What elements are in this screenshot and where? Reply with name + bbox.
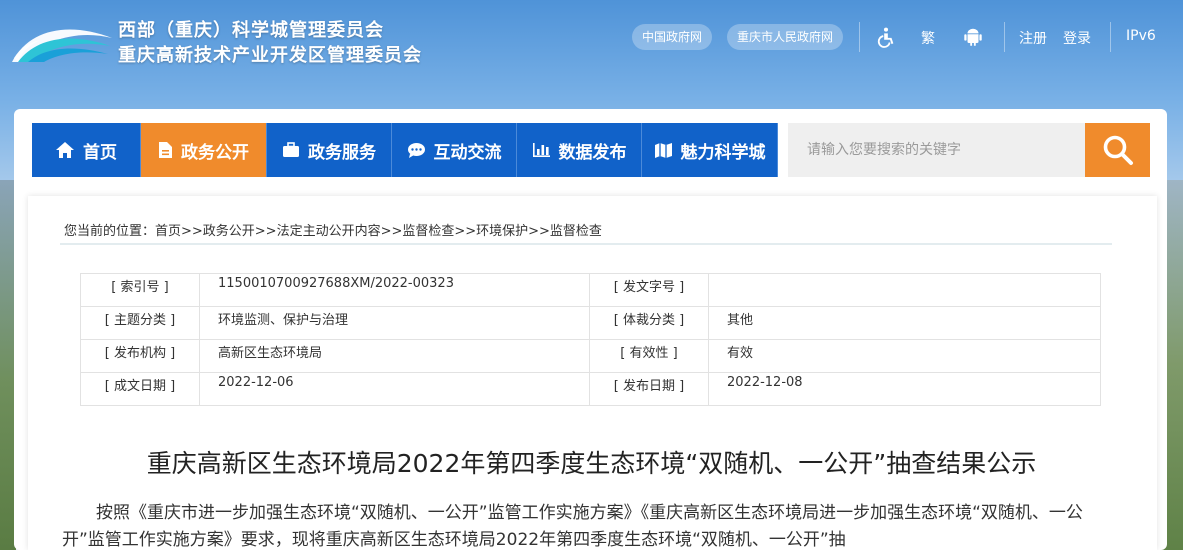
logo-icon bbox=[12, 29, 112, 62]
search-button[interactable] bbox=[1085, 123, 1150, 177]
home-icon bbox=[56, 142, 74, 158]
accessibility-icon[interactable] bbox=[875, 26, 897, 48]
metadata-value: 2022-12-06 bbox=[199, 372, 590, 406]
document-metadata-table: [ 索引号 ] 1150010700927688XM/2022-00323[ 发文… bbox=[80, 273, 1101, 406]
breadcrumb-divider bbox=[60, 243, 1112, 245]
traditional-chinese-toggle[interactable]: 繁 bbox=[921, 28, 935, 48]
metadata-row: [ 索引号 ] 1150010700927688XM/2022-00323[ 发文… bbox=[80, 273, 1101, 307]
link-china-gov[interactable]: 中国政府网 bbox=[632, 24, 713, 50]
android-icon[interactable] bbox=[962, 26, 984, 48]
link-chongqing-gov[interactable]: 重庆市人民政府网 bbox=[727, 24, 844, 50]
metadata-row: [ 主题分类 ] 环境监测、保护与治理[ 体裁分类 ] 其他 bbox=[80, 306, 1101, 340]
nav-home[interactable]: 首页 bbox=[32, 123, 141, 177]
ipv6-label: IPv6 bbox=[1126, 28, 1156, 44]
nav-data-release[interactable]: 数据发布 bbox=[517, 123, 642, 177]
map-icon bbox=[654, 142, 672, 158]
main-nav: 首页 政务公开 政务服务 互动交流 数据发布 魅力科学城 bbox=[32, 123, 778, 177]
chat-icon bbox=[407, 142, 425, 158]
register-link[interactable]: 注册 bbox=[1019, 28, 1047, 48]
site-title-line1: 西部（重庆）科学城管理委员会 bbox=[118, 20, 384, 41]
metadata-row: [ 成文日期 ] 2022-12-06[ 发布日期 ] 2022-12-08 bbox=[80, 372, 1101, 406]
nav-interaction[interactable]: 互动交流 bbox=[392, 123, 517, 177]
metadata-key: [ 体裁分类 ] bbox=[589, 306, 709, 340]
nav-science-city[interactable]: 魅力科学城 bbox=[642, 123, 778, 177]
nav-label: 政务服务 bbox=[308, 142, 376, 163]
metadata-value: 1150010700927688XM/2022-00323 bbox=[199, 273, 590, 307]
metadata-row: [ 发布机构 ] 高新区生态环境局[ 有效性 ] 有效 bbox=[80, 339, 1101, 373]
nav-label: 魅力科学城 bbox=[680, 142, 766, 163]
nav-label: 政务公开 bbox=[181, 142, 249, 163]
document-icon bbox=[159, 142, 172, 158]
briefcase-icon bbox=[283, 142, 299, 157]
metadata-key: [ 有效性 ] bbox=[589, 339, 709, 373]
metadata-key: [ 成文日期 ] bbox=[80, 372, 200, 406]
nav-label: 互动交流 bbox=[433, 142, 502, 163]
nav-government-affairs[interactable]: 政务公开 bbox=[141, 123, 267, 177]
metadata-value: 其他 bbox=[708, 306, 1101, 340]
metadata-key: [ 发布机构 ] bbox=[80, 339, 200, 373]
document-title: 重庆高新区生态环境局2022年第四季度生态环境“双随机、一公开”抽查结果公示 bbox=[146, 449, 1037, 478]
metadata-value: 有效 bbox=[708, 339, 1101, 373]
site-title-line2: 重庆高新技术产业开发区管理委员会 bbox=[118, 45, 422, 66]
metadata-value: 环境监测、保护与治理 bbox=[199, 306, 590, 340]
nav-government-services[interactable]: 政务服务 bbox=[267, 123, 392, 177]
metadata-key: [ 发布日期 ] bbox=[589, 372, 709, 406]
metadata-key: [ 索引号 ] bbox=[80, 273, 200, 307]
breadcrumb: 您当前的位置：首页>>政务公开>>法定主动公开内容>>监督检查>>环境保护>>监… bbox=[64, 224, 602, 239]
metadata-value: 2022-12-08 bbox=[708, 372, 1101, 406]
document-paragraph: 按照《重庆市进一步加强生态环境“双随机、一公开”监管工作实施方案》《重庆高新区生… bbox=[62, 503, 1083, 550]
header-divider bbox=[1110, 22, 1111, 52]
login-link[interactable]: 登录 bbox=[1063, 28, 1091, 48]
header-divider bbox=[1004, 22, 1005, 52]
metadata-value bbox=[708, 273, 1101, 307]
search-icon bbox=[1103, 135, 1133, 165]
nav-label: 首页 bbox=[83, 142, 117, 163]
nav-label: 数据发布 bbox=[558, 142, 627, 163]
header-divider bbox=[859, 22, 860, 52]
search-input[interactable] bbox=[788, 123, 1085, 177]
metadata-value: 高新区生态环境局 bbox=[199, 339, 590, 373]
metadata-key: [ 主题分类 ] bbox=[80, 306, 200, 340]
metadata-key: [ 发文字号 ] bbox=[589, 273, 709, 307]
bar-chart-icon bbox=[532, 143, 550, 157]
site-header: 西部（重庆）科学城管理委员会 重庆高新技术产业开发区管理委员会 中国政府网 重庆… bbox=[0, 0, 1183, 108]
